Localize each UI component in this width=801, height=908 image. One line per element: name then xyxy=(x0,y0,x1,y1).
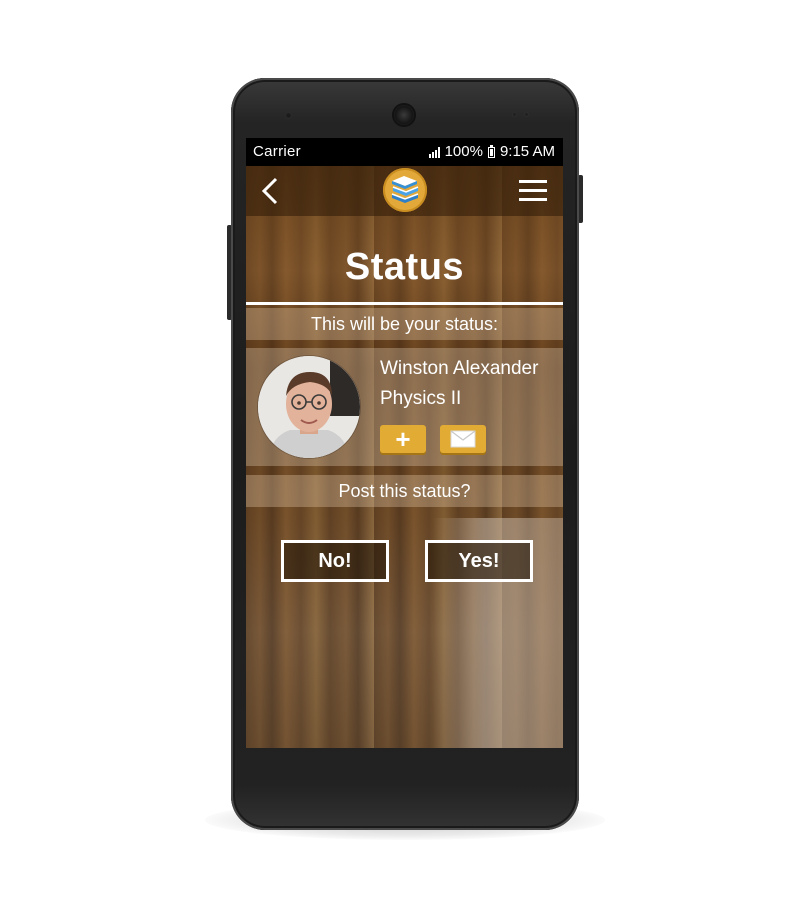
envelope-icon xyxy=(450,430,476,448)
add-button[interactable]: + xyxy=(380,425,426,453)
profile-name: Winston Alexander xyxy=(380,358,539,379)
top-bar xyxy=(246,166,563,216)
light-sensor xyxy=(524,112,529,117)
app-logo[interactable] xyxy=(383,168,427,212)
avatar xyxy=(258,356,360,458)
status-subtitle: This will be your status: xyxy=(246,308,563,340)
post-prompt: Post this status? xyxy=(246,475,563,507)
clock: 9:15 AM xyxy=(499,143,555,160)
plus-icon: + xyxy=(395,424,411,454)
yes-button[interactable]: Yes! xyxy=(425,540,533,582)
battery-percent: 100% xyxy=(444,143,483,160)
signal-icon xyxy=(428,146,440,158)
status-bar: Carrier 100% 9:15 AM xyxy=(246,138,563,166)
message-button[interactable] xyxy=(440,425,486,453)
page-title: Status xyxy=(344,246,465,288)
profile-course: Physics II xyxy=(380,388,462,409)
carrier-label: Carrier xyxy=(253,143,301,160)
app-screen: Carrier 100% 9:15 AM Status This will be… xyxy=(246,138,563,748)
battery-icon xyxy=(487,144,495,158)
no-button[interactable]: No! xyxy=(281,540,389,582)
front-camera xyxy=(394,105,414,125)
front-sensor xyxy=(285,112,292,119)
books-icon xyxy=(391,176,419,203)
chevron-left-icon[interactable] xyxy=(258,176,284,206)
hamburger-menu-icon[interactable] xyxy=(519,180,547,202)
proximity-sensor xyxy=(512,112,517,117)
title-divider xyxy=(246,302,563,305)
